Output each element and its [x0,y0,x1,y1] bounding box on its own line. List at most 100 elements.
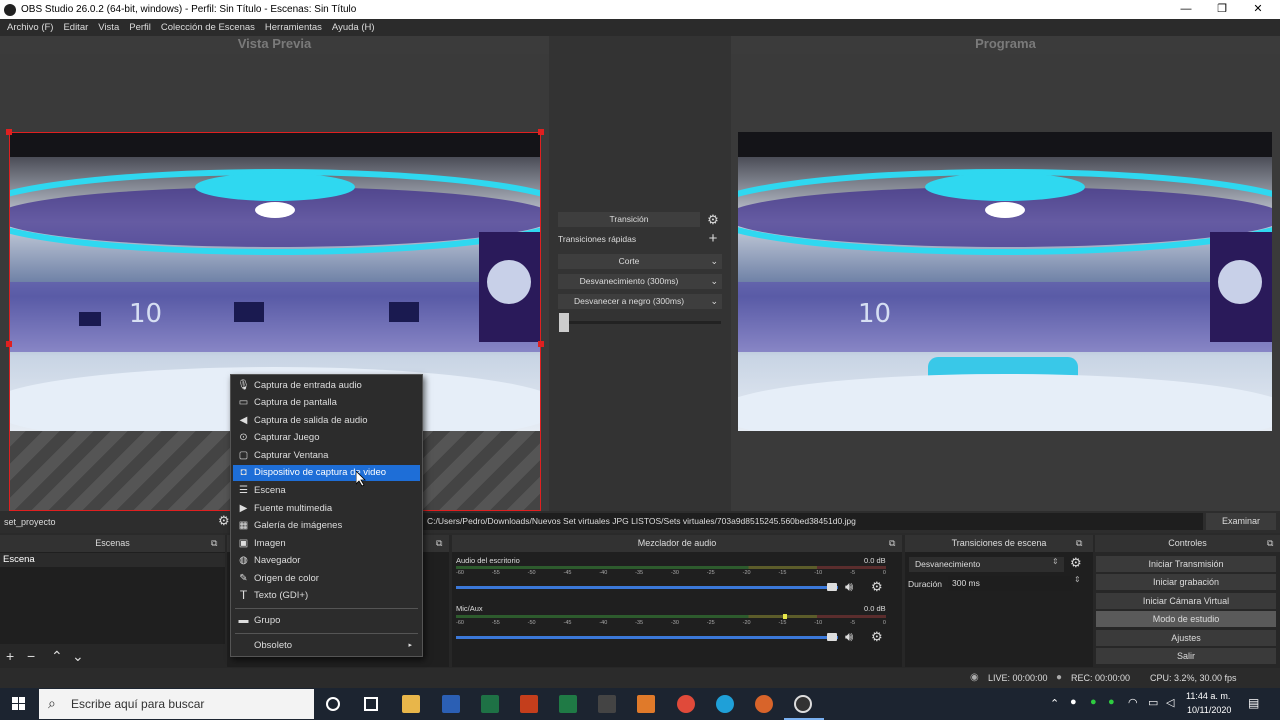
menu-item-audio-output-capture[interactable]: ◀︎ Captura de salida de audio [233,413,420,429]
exit-button[interactable]: Salir [1096,648,1276,664]
close-button[interactable]: ✕ [1240,0,1276,19]
scene-item[interactable]: Escena [0,553,225,567]
title-bar: OBS Studio 26.0.2 (64-bit, windows) - Pe… [0,0,1280,19]
program-scene-image: 10 [738,132,1272,431]
volume-slider-knob[interactable] [827,633,837,641]
media-player-icon[interactable] [637,695,655,713]
start-virtual-camera-button[interactable]: Iniciar Cámara Virtual [1096,593,1276,609]
menu-profile[interactable]: Perfil [124,22,156,33]
windows-start-icon[interactable] [12,697,26,711]
transition-select[interactable]: Desvanecimiento [909,557,1064,572]
undock-icon[interactable]: ⧉ [1267,538,1273,549]
settings-button[interactable]: Ajustes [1096,630,1276,646]
gear-icon[interactable]: ⚙ [705,212,721,228]
move-up-icon[interactable]: ⌃ [51,645,63,667]
undock-icon[interactable]: ⧉ [889,538,895,549]
chevron-up-icon[interactable]: ⌃ [1050,697,1059,710]
quick-transition-item[interactable]: Desvanecimiento (300ms) ⌄ [558,274,722,289]
gear-icon[interactable]: ⚙ [871,629,883,645]
menu-item-deprecated[interactable]: Obsoleto ▸ [233,638,420,654]
move-down-icon[interactable]: ⌄ [72,645,84,667]
network-icon[interactable]: ▭ [1148,696,1158,709]
gear-icon[interactable]: ⚙ [871,579,883,595]
file-path-field[interactable]: C:/Users/Pedro/Downloads/Nuevos Set virt… [423,513,1203,530]
menu-item-window-capture[interactable]: ▢ Capturar Ventana [233,448,420,464]
undock-icon[interactable]: ⧉ [436,538,442,549]
start-streaming-button[interactable]: Iniciar Transmisión [1096,556,1276,572]
menu-tools[interactable]: Herramientas [260,22,327,33]
menu-item-audio-input-capture[interactable]: 🎙︎ Captura de entrada audio [233,378,420,394]
app-icon[interactable] [598,695,616,713]
mic-tray-icon[interactable]: ● [1070,696,1077,708]
volume-meter [456,615,886,618]
publisher-icon[interactable] [481,695,499,713]
shield-icon[interactable]: ● [1090,696,1097,708]
powerpoint-icon[interactable] [520,695,538,713]
add-icon[interactable]: + [705,231,721,247]
undock-icon[interactable]: ⧉ [1076,538,1082,549]
menu-item-display-capture[interactable]: ▭ Captura de pantalla [233,395,420,411]
menu-item-game-capture[interactable]: ⊙ Capturar Juego [233,430,420,446]
duration-input[interactable]: 300 ms [948,576,1073,591]
quick-transition-item[interactable]: Desvanecer a negro (300ms) ⌄ [558,294,722,309]
task-view-icon[interactable] [364,697,378,711]
browse-button[interactable]: Examinar [1206,513,1276,530]
menu-file[interactable]: Archivo (F) [2,22,58,33]
start-recording-button[interactable]: Iniciar grabación [1096,574,1276,590]
transition-button[interactable]: Transición [558,212,700,227]
speaker-icon[interactable]: 🔊︎ [845,629,853,645]
obs-taskbar-icon[interactable] [794,695,812,713]
play-icon: ▶ [239,503,248,514]
menu-item-media-source[interactable]: ▶ Fuente multimedia [233,501,420,517]
maximize-button[interactable]: ❐ [1204,0,1240,19]
app-icon[interactable] [755,695,773,713]
word-icon[interactable] [442,695,460,713]
clock-date[interactable]: 10/11/2020 [1187,705,1231,715]
clock-time[interactable]: 11:44 a. m. [1186,691,1230,701]
excel-icon[interactable] [559,695,577,713]
mouse-cursor-icon [356,471,366,487]
menu-view[interactable]: Vista [93,22,124,33]
check-icon[interactable]: ● [1108,696,1115,708]
menu-item-color-source[interactable]: ✎ Origen de color [233,571,420,587]
wifi-icon[interactable]: ◠ [1128,696,1138,709]
volume-slider[interactable] [456,586,838,589]
menu-item-video-capture-device[interactable]: ◘ Dispositivo de captura de video [233,465,420,481]
quick-transition-item[interactable]: Corte ⌄ [558,254,722,269]
gear-icon[interactable]: ⚙ [1070,555,1082,571]
menu-item-group[interactable]: ▬ Grupo [233,613,420,629]
volume-slider-knob[interactable] [827,583,837,591]
menu-scene-collection[interactable]: Colección de Escenas [156,22,260,33]
resize-handle[interactable] [538,341,544,347]
mixer-channel-name: Audio del escritorio [456,556,520,565]
menu-edit[interactable]: Editar [58,22,93,33]
menu-item-scene[interactable]: ☰ Escena [233,483,420,499]
resize-handle[interactable] [6,129,12,135]
file-explorer-icon[interactable] [402,695,420,713]
volume-icon[interactable]: ◁ [1166,696,1174,709]
minimize-button[interactable]: — [1168,0,1204,19]
chrome-icon[interactable] [677,695,695,713]
record-dot-icon: ● [1056,672,1063,683]
remove-icon[interactable]: − [27,645,35,667]
t-bar-slider[interactable] [559,313,569,332]
speaker-icon[interactable]: 🔊︎ [845,579,853,595]
menu-item-image-slideshow[interactable]: ▦ Galería de imágenes [233,518,420,534]
resize-handle[interactable] [538,129,544,135]
edge-icon[interactable] [716,695,734,713]
menu-item-text-gdi[interactable]: T Texto (GDI+) [233,588,420,604]
menu-item-image[interactable]: ▣ Imagen [233,536,420,552]
undock-icon[interactable]: ⧉ [211,538,217,549]
spinner-icon[interactable]: ⇕ [1074,575,1081,584]
add-icon[interactable]: + [6,645,14,667]
volume-slider[interactable] [456,636,838,639]
gear-icon[interactable]: ⚙ [218,513,230,529]
menu-help[interactable]: Ayuda (H) [327,22,380,33]
cortana-icon[interactable] [326,697,340,711]
resize-handle[interactable] [6,341,12,347]
menu-item-browser[interactable]: ◍ Navegador [233,553,420,569]
notification-icon[interactable]: ▤ [1248,696,1259,710]
rec-timer: REC: 00:00:00 [1071,673,1131,683]
taskbar-search-box[interactable]: Escribe aquí para buscar [39,689,314,719]
studio-mode-button[interactable]: Modo de estudio [1096,611,1276,627]
